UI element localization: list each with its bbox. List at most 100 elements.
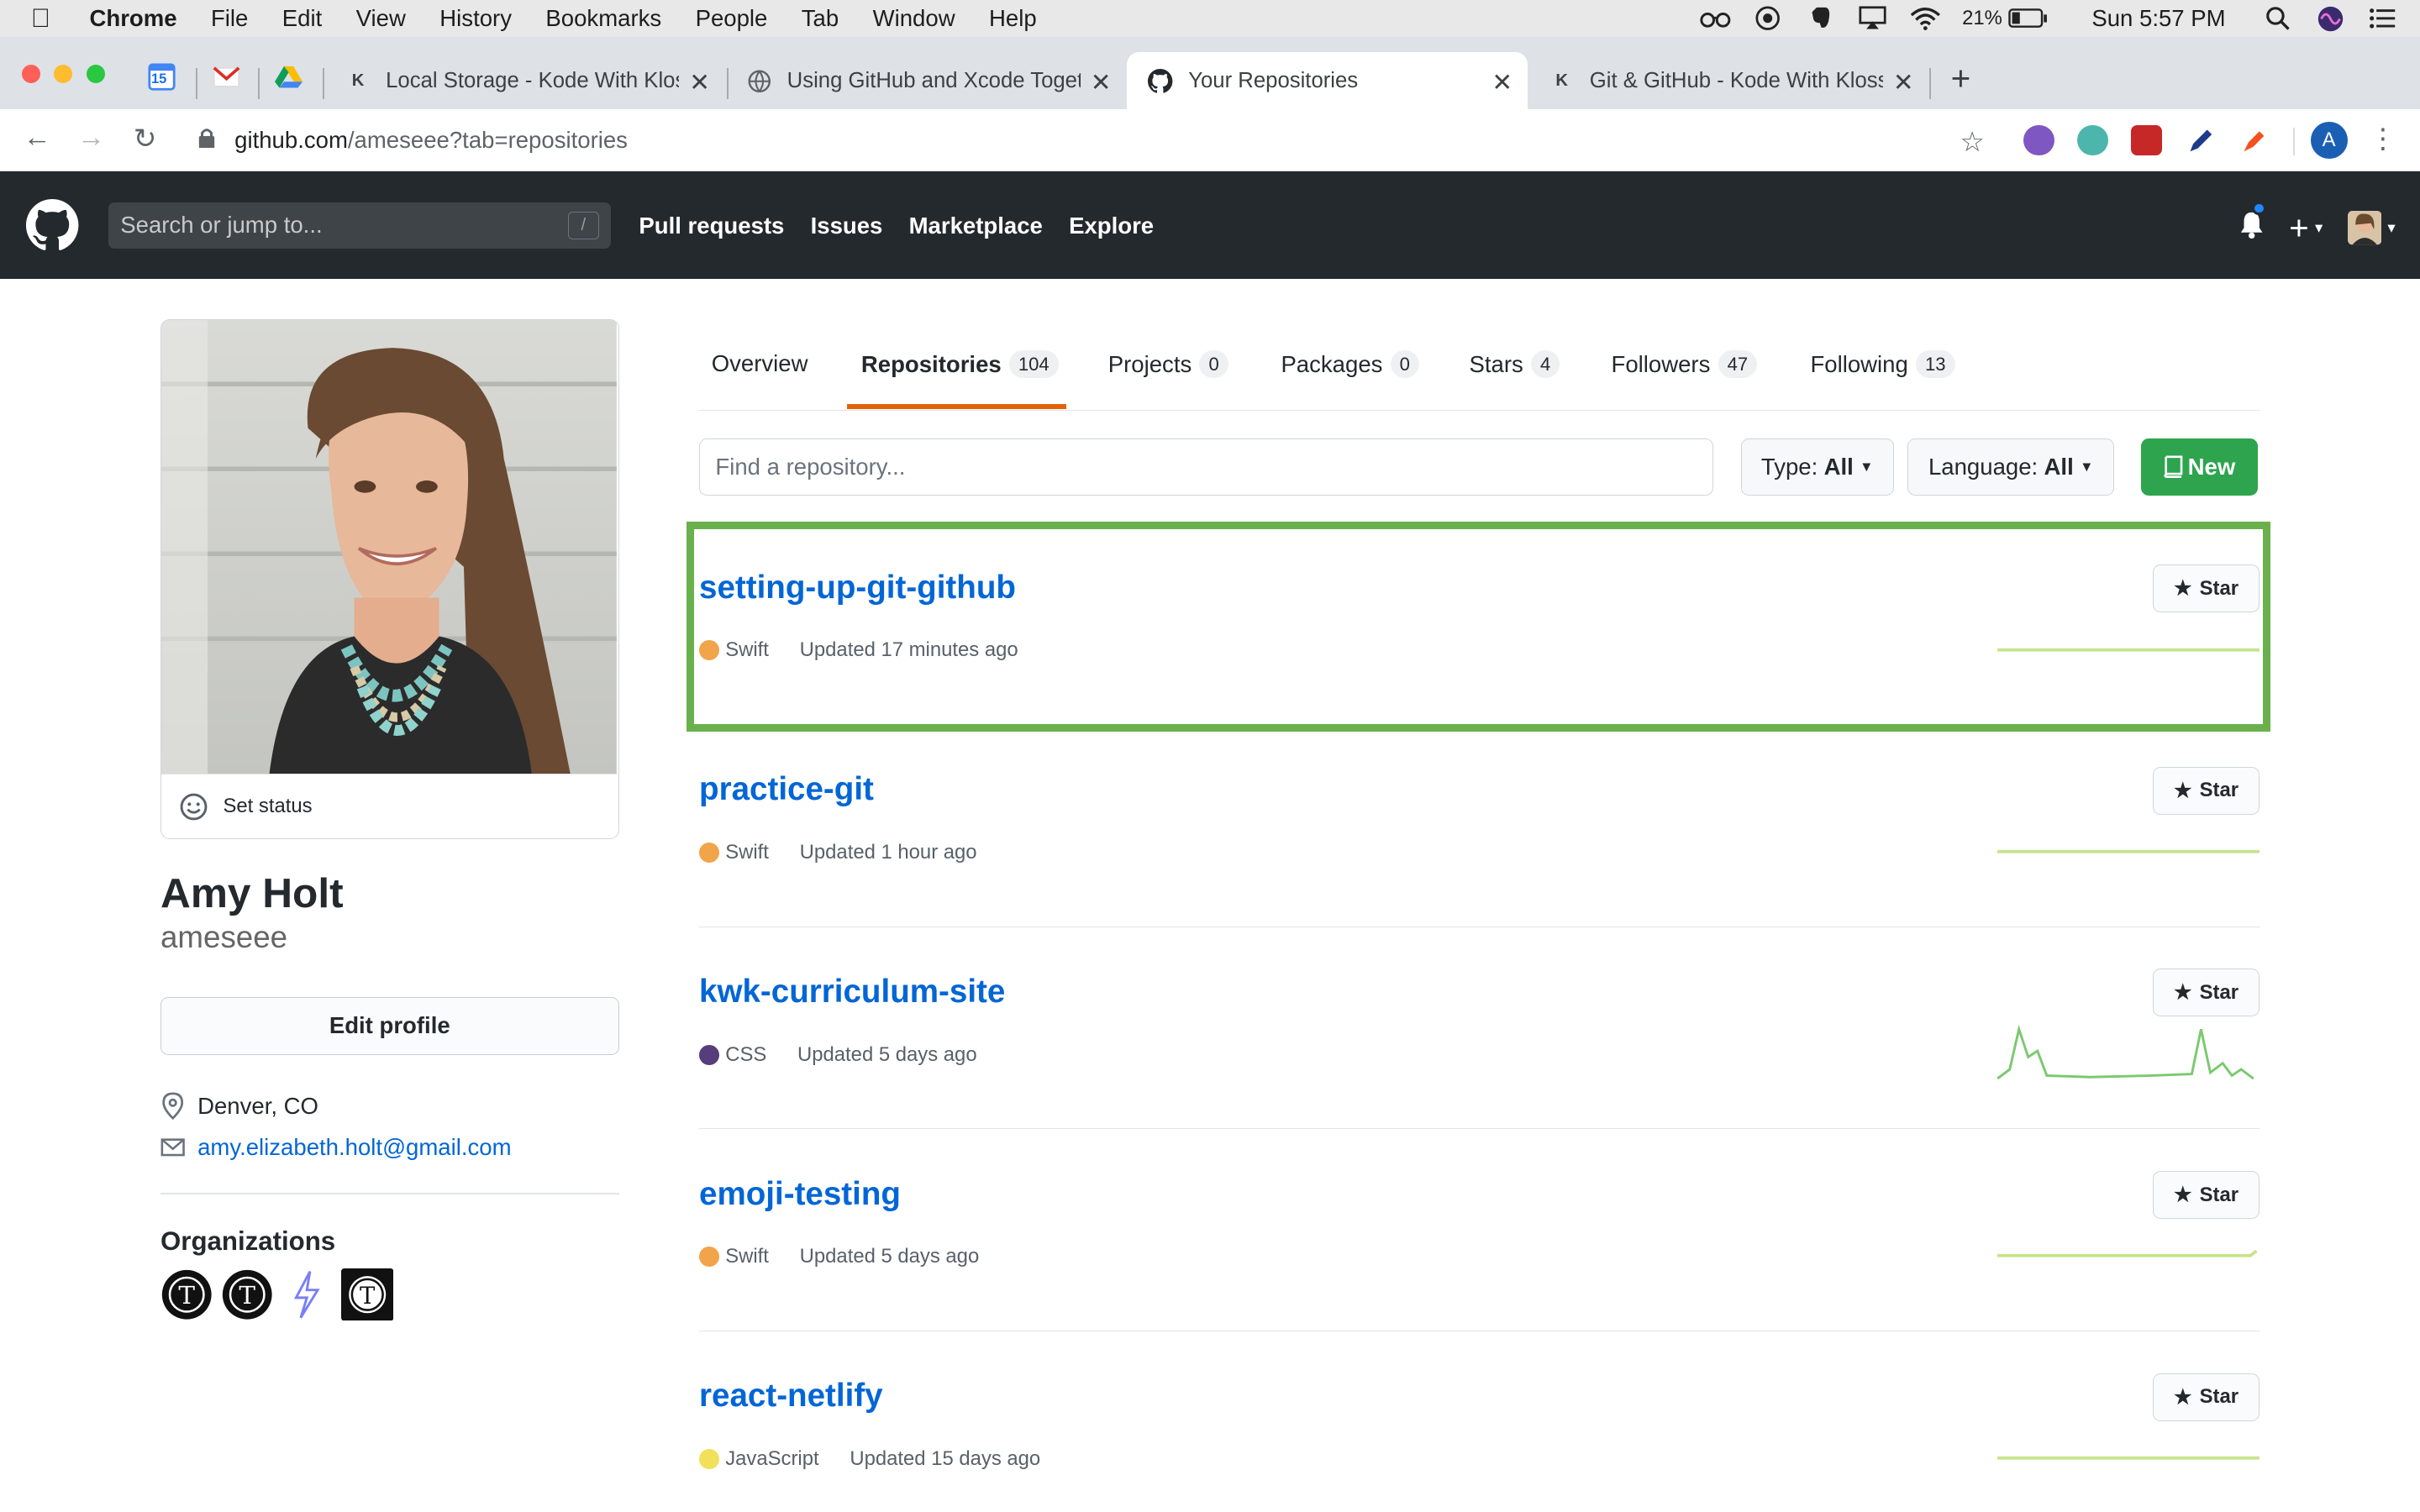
tab-projects[interactable]: Projects 0 (1108, 349, 1228, 379)
repo-name-link[interactable]: setting-up-git-github (699, 570, 1016, 606)
menu-view[interactable]: View (356, 5, 406, 32)
notification-center-icon[interactable] (2368, 6, 2399, 30)
organizations-heading: Organizations (160, 1226, 336, 1257)
edit-profile-button[interactable]: Edit profile (160, 996, 619, 1056)
glasses-icon[interactable] (1700, 6, 1731, 30)
pinned-tab-calendar[interactable]: 15 (146, 61, 177, 92)
nav-pull-requests[interactable]: Pull requests (639, 213, 784, 239)
pinned-tab-drive[interactable] (273, 61, 304, 92)
tab-your-repositories[interactable]: Your Repositories ✕ (1126, 52, 1528, 110)
tab-local-storage[interactable]: K Local Storage - Kode With Klossy ✕ (324, 52, 726, 109)
tab-title: Your Repositories (1188, 68, 1359, 92)
star-button[interactable]: ★ Star (2153, 766, 2260, 815)
chrome-profile-avatar[interactable]: A (2310, 122, 2348, 160)
new-tab-button[interactable]: + (1951, 59, 1971, 98)
github-logo-icon[interactable] (26, 198, 79, 251)
siri-icon[interactable] (2315, 6, 2346, 31)
star-button[interactable]: ★ Star (2153, 969, 2260, 1017)
record-icon[interactable] (1752, 6, 1783, 31)
tab-overview[interactable]: Overview (712, 350, 808, 377)
menu-bookmarks[interactable]: Bookmarks (545, 5, 661, 32)
menubar-clock[interactable]: Sun 5:57 PM (2091, 5, 2225, 32)
star-icon: ★ (2174, 981, 2192, 1005)
github-search-input[interactable]: Search or jump to... / (108, 202, 612, 249)
color-picker-extension-icon[interactable] (2239, 125, 2270, 156)
star-button[interactable]: ★ Star (2153, 1171, 2260, 1219)
bookmark-star-icon[interactable]: ☆ (1960, 125, 1985, 159)
language-filter-dropdown[interactable]: Language: All ▼ (1907, 438, 2115, 496)
profile-photo[interactable] (161, 320, 617, 774)
minimize-window-button[interactable] (54, 65, 73, 84)
close-window-button[interactable] (21, 65, 40, 84)
tab-github-xcode[interactable]: Using GitHub and Xcode Together ✕ (725, 52, 1127, 109)
tab-repositories[interactable]: Repositories 104 (860, 349, 1059, 379)
repo-name-link[interactable]: react-netlify (699, 1378, 883, 1415)
set-status-button[interactable]: Set status (161, 774, 617, 838)
lock-icon[interactable] (197, 127, 216, 155)
extension-icon[interactable] (2023, 124, 2054, 156)
repo-name-link[interactable]: kwk-curriculum-site (699, 974, 1005, 1011)
nav-issues[interactable]: Issues (811, 213, 883, 239)
user-menu[interactable]: ▾ (2347, 211, 2396, 245)
reload-icon[interactable]: ↻ (127, 122, 164, 155)
chrome-menu-icon[interactable]: ⋮ (2365, 122, 2402, 155)
nav-explore[interactable]: Explore (1069, 213, 1154, 239)
nav-marketplace[interactable]: Marketplace (909, 213, 1043, 239)
wifi-icon[interactable] (1910, 6, 1941, 31)
new-repository-button[interactable]: New (2140, 438, 2259, 496)
close-tab-icon[interactable]: ✕ (1491, 68, 1512, 97)
repo-name-link[interactable]: practice-git (699, 771, 874, 808)
airplay-icon[interactable] (1857, 6, 1888, 30)
tab-stars[interactable]: Stars 4 (1470, 349, 1560, 379)
evernote-icon[interactable] (1805, 6, 1836, 30)
email-link[interactable]: amy.elizabeth.holt@gmail.com (197, 1134, 511, 1161)
org-avatar-t-square[interactable]: T (340, 1268, 394, 1321)
tab-followers[interactable]: Followers 47 (1611, 349, 1758, 379)
org-avatar-t[interactable]: T (160, 1268, 213, 1320)
menu-file[interactable]: File (211, 5, 248, 32)
tab-label: Followers (1611, 350, 1711, 377)
menu-edit[interactable]: Edit (282, 5, 322, 32)
sidebar-divider (160, 1192, 619, 1194)
repo-meta: CSS Updated 5 days ago (699, 1043, 977, 1067)
tab-packages[interactable]: Packages 0 (1281, 349, 1419, 379)
type-filter-dropdown[interactable]: Type: All ▼ (1740, 438, 1894, 496)
close-tab-icon[interactable]: ✕ (1091, 68, 1112, 97)
create-new-menu[interactable]: + ▾ (2289, 208, 2323, 248)
menu-help[interactable]: Help (989, 5, 1037, 32)
repo-list-item: setting-up-git-github Swift Updated 17 m… (699, 523, 2260, 726)
forward-arrow-icon[interactable]: → (72, 122, 109, 154)
star-button[interactable]: ★ Star (2153, 564, 2260, 613)
battery-status[interactable]: 21% (1962, 7, 2049, 30)
menu-history[interactable]: History (439, 5, 512, 32)
address-bar[interactable]: github.com /ameseee?tab=repositories ☆ (182, 117, 2001, 164)
org-avatar-lightning[interactable] (281, 1268, 333, 1320)
menu-app-name[interactable]: Chrome (89, 5, 176, 32)
globe-icon (747, 69, 771, 93)
zoom-window-button[interactable] (86, 65, 105, 84)
close-tab-icon[interactable]: ✕ (689, 68, 710, 97)
find-repository-input[interactable]: Find a repository... (699, 438, 1713, 496)
find-placeholder: Find a repository... (715, 453, 906, 480)
svg-text:T: T (360, 1283, 376, 1310)
pinned-tab-gmail[interactable] (212, 61, 243, 92)
apple-menu-icon[interactable]:  (31, 3, 62, 34)
close-tab-icon[interactable]: ✕ (1893, 68, 1914, 97)
repo-language: Swift (725, 1245, 769, 1268)
repo-name-link[interactable]: emoji-testing (699, 1176, 901, 1213)
extension-icon[interactable] (2077, 124, 2108, 156)
tab-counter: 4 (1530, 349, 1560, 379)
notifications-bell-icon[interactable] (2239, 201, 2266, 245)
tab-label: Repositories (860, 350, 1002, 377)
extension-icon[interactable] (2131, 124, 2163, 156)
spotlight-search-icon[interactable] (2263, 6, 2294, 31)
menu-people[interactable]: People (696, 5, 768, 32)
tab-following[interactable]: Following 13 (1810, 349, 1955, 379)
menu-tab[interactable]: Tab (802, 5, 839, 32)
org-avatar-t[interactable]: T (221, 1268, 273, 1320)
tab-git-github-kwk[interactable]: K Git & GitHub - Kode With Klossy ✕ (1528, 52, 1929, 109)
star-button[interactable]: ★ Star (2153, 1373, 2260, 1421)
menu-window[interactable]: Window (873, 5, 955, 32)
back-arrow-icon[interactable]: ← (18, 122, 55, 154)
pen-extension-icon[interactable] (2186, 125, 2217, 156)
